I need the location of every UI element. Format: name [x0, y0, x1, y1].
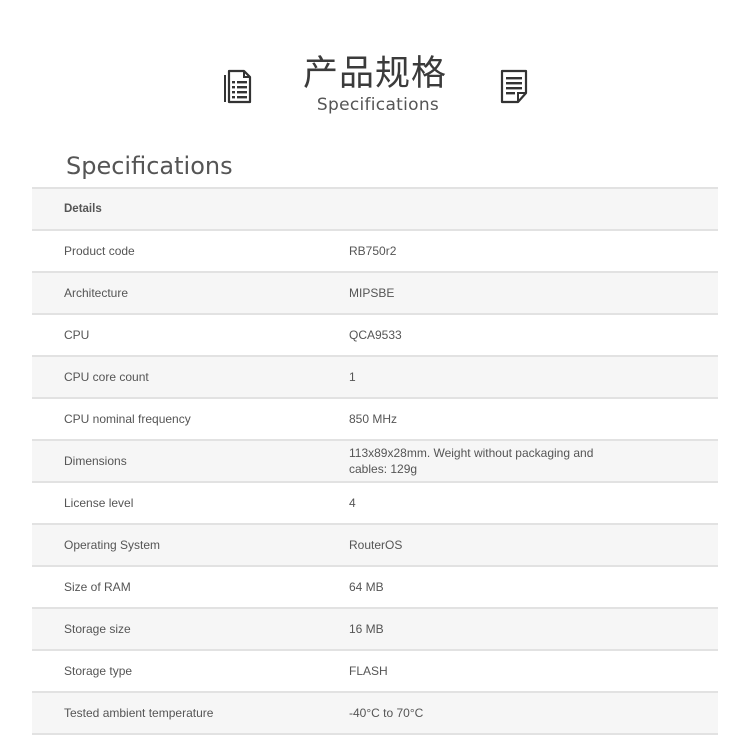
document-lines-icon: [500, 69, 528, 104]
table-row: Tested ambient temperature -40°C to 70°C: [32, 693, 718, 735]
row-label: Product code: [64, 244, 135, 258]
row-label: Size of RAM: [64, 580, 131, 594]
row-value: -40°C to 70°C: [349, 706, 424, 720]
table-row: Dimensions 113x89x28mm. Weight without p…: [32, 441, 718, 483]
specifications-table: Details Product code RB750r2 Architectur…: [32, 187, 718, 735]
row-value: 850 MHz: [349, 412, 398, 426]
table-row: Size of RAM 64 MB: [32, 567, 718, 609]
table-row: CPU nominal frequency 850 MHz: [32, 399, 718, 441]
table-row: Operating System RouterOS: [32, 525, 718, 567]
row-value: QCA9533: [349, 328, 402, 342]
table-row: CPU QCA9533: [32, 315, 718, 357]
row-value: MIPSBE: [349, 286, 395, 300]
row-value: 113x89x28mm. Weight without packaging an…: [349, 446, 594, 476]
table-row: Architecture MIPSBE: [32, 273, 718, 315]
row-label: Dimensions: [64, 454, 127, 468]
row-label: License level: [64, 496, 134, 510]
row-value: RB750r2: [349, 244, 397, 258]
banner-title-en: Specifications: [316, 95, 440, 115]
table-row: CPU core count 1: [32, 357, 718, 399]
row-value: 64 MB: [349, 580, 384, 594]
row-label: CPU nominal frequency: [64, 412, 191, 426]
banner: 产品规格 Specifications: [0, 0, 750, 130]
row-value: 16 MB: [349, 622, 384, 636]
table-header-row: Details: [32, 189, 718, 231]
table-row: License level 4: [32, 483, 718, 525]
row-label: Operating System: [64, 538, 161, 552]
table-row: Product code RB750r2: [32, 231, 718, 273]
row-label: Architecture: [64, 286, 129, 300]
row-value: RouterOS: [349, 538, 403, 552]
row-label: CPU core count: [64, 370, 149, 384]
section-title: Specifications: [66, 152, 233, 180]
row-label: Storage size: [64, 622, 131, 636]
banner-title-cn: 产品规格: [302, 54, 447, 94]
row-label: Storage type: [64, 664, 133, 678]
table-row: Storage type FLASH: [32, 651, 718, 693]
table-header-label: Details: [64, 203, 102, 215]
row-label: CPU: [64, 328, 90, 342]
row-value: FLASH: [349, 664, 388, 678]
row-value: 1: [349, 370, 356, 384]
row-value: 4: [349, 496, 356, 510]
row-label: Tested ambient temperature: [64, 706, 214, 720]
table-row: Storage size 16 MB: [32, 609, 718, 651]
